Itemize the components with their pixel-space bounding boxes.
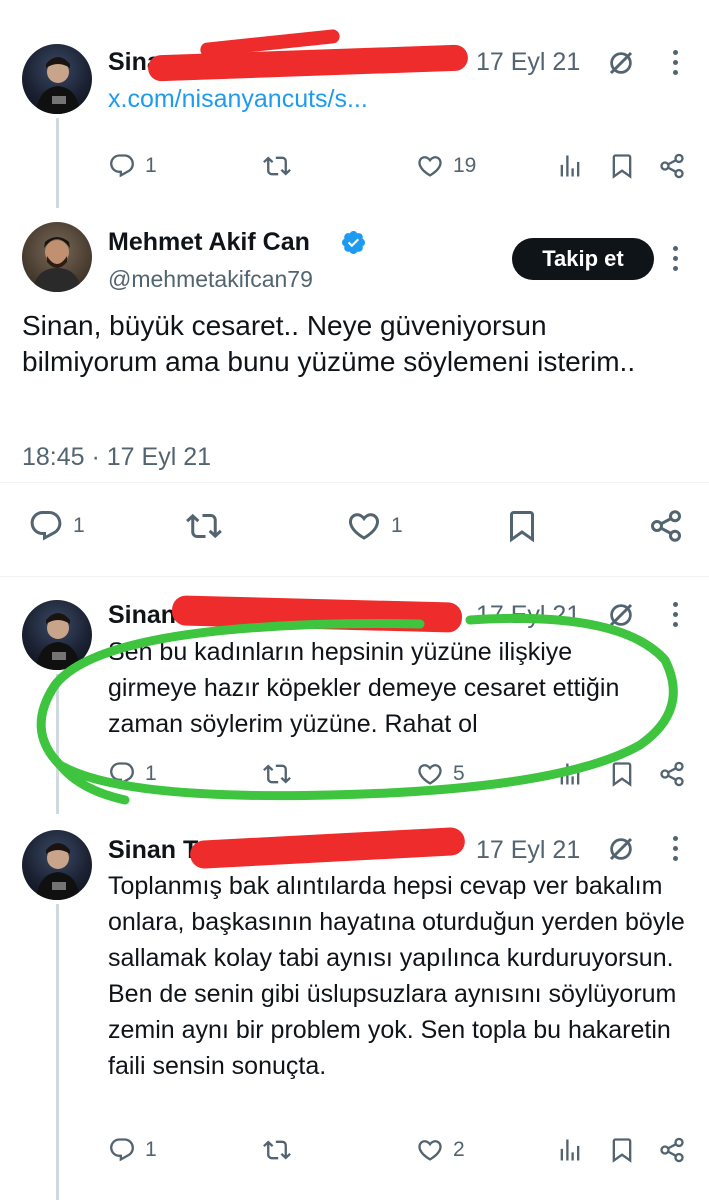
verified-badge-icon	[340, 229, 367, 256]
divider	[0, 482, 709, 483]
grok-icon[interactable]	[606, 48, 636, 78]
share-icon	[658, 1136, 686, 1164]
like-count: 2	[453, 1138, 465, 1161]
bookmark-icon	[504, 508, 540, 544]
like-button[interactable]: 19	[416, 152, 476, 180]
avatar-photo	[36, 57, 80, 114]
reply-icon	[108, 1136, 136, 1164]
bookmark-button[interactable]	[608, 152, 636, 180]
thread-line	[56, 904, 59, 1200]
reply-button[interactable]: 1	[28, 508, 85, 544]
retweet-button[interactable]	[263, 1136, 291, 1164]
tweet-text: Toplanmış bak alıntılarda hepsi cevap ve…	[108, 872, 685, 1080]
like-button[interactable]: 2	[416, 1136, 465, 1164]
tweet-date[interactable]: 17 Eyl 21	[476, 48, 580, 77]
views-icon	[556, 152, 584, 180]
retweet-icon	[263, 1136, 291, 1164]
retweet-button[interactable]	[186, 508, 222, 544]
more-icon[interactable]	[673, 50, 679, 80]
avatar-photo	[36, 843, 80, 900]
like-icon	[416, 152, 444, 180]
author-name[interactable]: Mehmet Akif Can	[108, 228, 310, 257]
avatar[interactable]	[22, 44, 92, 114]
reply-button[interactable]: 1	[108, 152, 157, 180]
bookmark-button[interactable]	[608, 1136, 636, 1164]
reply-count: 1	[145, 154, 157, 177]
reply-icon	[28, 508, 64, 544]
redaction-mark	[189, 826, 466, 870]
tweet-date[interactable]: 17 Eyl 21	[476, 836, 580, 865]
share-icon	[648, 508, 684, 544]
reply-count: 1	[73, 514, 85, 537]
tweet-text: Sinan, büyük cesaret.. Neye güveniyorsun…	[22, 310, 636, 377]
grok-icon[interactable]	[606, 834, 636, 864]
share-button[interactable]	[658, 1136, 686, 1164]
reply-count: 1	[145, 1138, 157, 1161]
more-icon[interactable]	[673, 836, 679, 866]
divider	[0, 576, 709, 577]
retweet-button[interactable]	[263, 152, 291, 180]
author-name[interactable]: Sinan T	[108, 836, 198, 865]
views-button[interactable]	[556, 152, 584, 180]
reply-icon	[108, 152, 136, 180]
reply-button[interactable]: 1	[108, 1136, 157, 1164]
retweet-icon	[186, 508, 222, 544]
tweet-timestamp[interactable]: 18:45 · 17 Eyl 21	[22, 443, 211, 472]
avatar[interactable]	[22, 830, 92, 900]
share-icon	[658, 152, 686, 180]
redaction-mark	[147, 44, 469, 82]
retweet-icon	[263, 152, 291, 180]
avatar-photo	[32, 237, 82, 292]
more-icon[interactable]	[673, 246, 679, 276]
like-count: 19	[453, 154, 477, 177]
tweet-2-focused: Mehmet Akif Can @mehmetakifcan79 Takip e…	[0, 200, 709, 580]
tweet-1[interactable]: Sina 17 Eyl 21 x.com/nisanyancuts/s... 1…	[0, 0, 709, 208]
follow-button[interactable]: Takip et	[512, 238, 654, 280]
avatar[interactable]	[22, 222, 92, 292]
like-button[interactable]: 1	[346, 508, 403, 544]
bookmark-icon	[608, 152, 636, 180]
like-icon	[346, 508, 382, 544]
share-button[interactable]	[658, 152, 686, 180]
annotation-circle	[36, 613, 678, 805]
like-icon	[416, 1136, 444, 1164]
bookmark-icon	[608, 1136, 636, 1164]
bookmark-button[interactable]	[504, 508, 540, 544]
views-button[interactable]	[556, 1136, 584, 1164]
views-icon	[556, 1136, 584, 1164]
like-count: 1	[391, 514, 403, 537]
tweet-4[interactable]: Sinan T 17 Eyl 21 Toplanmış bak alıntıla…	[0, 810, 709, 1200]
quoted-link[interactable]: x.com/nisanyancuts/s...	[108, 85, 368, 114]
share-button[interactable]	[648, 508, 684, 544]
author-handle[interactable]: @mehmetakifcan79	[108, 266, 313, 293]
thread-line	[56, 118, 59, 208]
